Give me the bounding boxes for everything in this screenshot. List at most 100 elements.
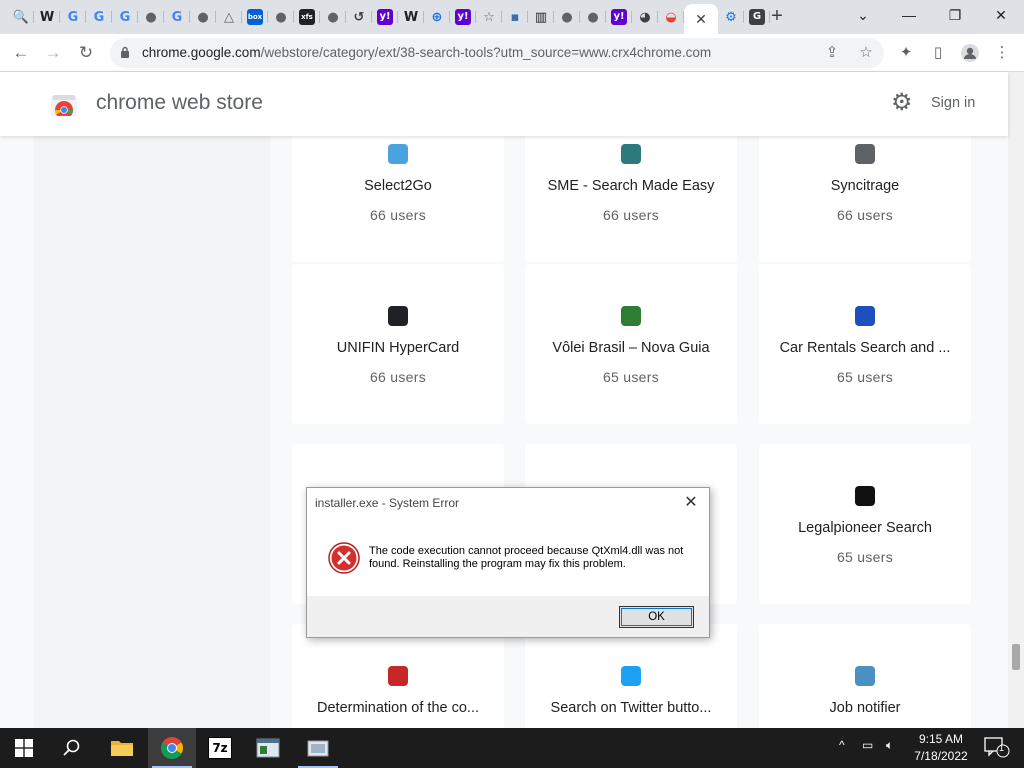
extension-card[interactable]: Select2Go 66 users [292, 136, 504, 262]
tab-strip: 🔍 W G G G ● G ● △ box ● xfs ● ↺ y! W ⊕ y! ☆ ▪ ▥ ● ● y! ◕ ◒ ✕ ⚙ G + ⌄… [0, 0, 1024, 34]
installer-taskbar-button[interactable] [294, 728, 342, 768]
close-tab-icon[interactable]: ✕ [695, 11, 707, 28]
tab-list: 🔍 W G G G ● G ● △ box ● xfs ● ↺ y! W ⊕ y! ☆ ▪ ▥ ● ● y! ◕ ◒ ✕ ⚙ G [8, 4, 770, 34]
tab-globe-dark[interactable]: ◕ [632, 4, 658, 30]
extensions-icon[interactable]: ✦ [893, 40, 919, 66]
sign-in-link[interactable]: Sign in [931, 95, 975, 111]
url-text: chrome.google.com/webstore/category/ext/… [142, 45, 711, 60]
tab-google[interactable]: G [86, 4, 112, 30]
tab-globe[interactable]: ● [580, 4, 606, 30]
extension-card[interactable]: UNIFIN HyperCard 66 users [292, 264, 504, 424]
extension-name: Determination of the co... [317, 700, 479, 716]
tab-library[interactable]: ▥ [528, 4, 554, 30]
side-panel-icon[interactable]: ▯ [925, 40, 951, 66]
chrome-web-store-logo[interactable] [50, 90, 78, 118]
tab-web[interactable]: ⊕ [424, 4, 450, 30]
back-button[interactable]: ← [8, 40, 34, 66]
tab-google[interactable]: G [112, 4, 138, 30]
tab-globe[interactable]: ● [320, 4, 346, 30]
extension-card[interactable]: Vôlei Brasil – Nova Guia 65 users [525, 264, 737, 424]
reload-button[interactable]: ↻ [73, 40, 99, 66]
tab-history[interactable]: ↺ [346, 4, 372, 30]
globe-dark-favicon-icon: ◕ [639, 9, 651, 25]
tab-globe[interactable]: ● [554, 4, 580, 30]
tab-yahoo[interactable]: y! [450, 4, 476, 30]
extension-card[interactable]: Job notifier [759, 624, 971, 728]
tab-xfs[interactable]: xfs [294, 4, 320, 30]
browser-toolbar: ← → ↻ chrome.google.com/webstore/categor… [0, 34, 1024, 72]
share-icon[interactable]: ⇪ [822, 43, 842, 63]
new-tab-button[interactable]: + [766, 6, 788, 28]
extension-card[interactable]: Syncitrage 66 users [759, 136, 971, 262]
system-clock[interactable]: 9:15 AM 7/18/2022 [906, 731, 976, 765]
tab-app[interactable]: ▪ [502, 4, 528, 30]
grammarly-favicon-icon: G [749, 9, 765, 25]
globe-favicon-icon: ● [561, 9, 573, 25]
select2go-icon [386, 142, 410, 166]
tab-settings[interactable]: ⚙ [718, 4, 744, 30]
show-hidden-icons-button[interactable]: ^ [839, 738, 845, 752]
tab-globe[interactable]: ● [268, 4, 294, 30]
xfs-favicon-icon: xfs [299, 9, 315, 25]
tab-active[interactable]: ✕ [684, 4, 718, 34]
extension-name: Job notifier [829, 700, 901, 716]
tab-wikipedia[interactable]: W [398, 4, 424, 30]
tab-yahoo[interactable]: y! [606, 4, 632, 30]
webstore-favicon-icon: ◒ [665, 9, 677, 25]
search-button[interactable] [48, 728, 96, 768]
volei-icon [619, 304, 643, 328]
globe-favicon-icon: ● [197, 9, 209, 25]
bookmark-star-icon[interactable]: ☆ [856, 43, 876, 63]
extension-card[interactable]: Determination of the co... [292, 624, 504, 728]
address-bar[interactable]: chrome.google.com/webstore/category/ext/… [110, 38, 884, 68]
installer-icon [307, 740, 329, 757]
7zip-button[interactable]: 7z [196, 728, 244, 768]
tab-search-button[interactable]: ⌄ [840, 0, 886, 30]
tab-google[interactable]: G [60, 4, 86, 30]
page-scrollbar[interactable] [1008, 72, 1024, 728]
scrollbar-thumb[interactable] [1012, 644, 1020, 670]
volume-icon[interactable]: 🔈︎ [886, 738, 893, 753]
tab-webstore[interactable]: ◒ [658, 4, 684, 30]
tab-globe[interactable]: ● [138, 4, 164, 30]
dialog-close-button[interactable]: ✕ [681, 492, 701, 512]
tab-yahoo[interactable]: y! [372, 4, 398, 30]
ok-button[interactable]: OK [619, 606, 694, 628]
lock-icon [121, 46, 129, 58]
file-explorer-button[interactable] [98, 728, 146, 768]
app-window-button[interactable] [244, 728, 292, 768]
extension-card[interactable]: Search on Twitter butto... [525, 624, 737, 728]
minimize-button[interactable]: — [886, 0, 932, 30]
forward-button[interactable]: → [40, 40, 66, 66]
tab-star[interactable]: ☆ [476, 4, 502, 30]
action-center-button[interactable]: 1 [984, 736, 1010, 761]
restore-button[interactable]: ❐ [932, 0, 978, 30]
extension-card[interactable]: SME - Search Made Easy 66 users [525, 136, 737, 262]
tab-wikipedia[interactable]: W [34, 4, 60, 30]
unifin-icon [386, 304, 410, 328]
extension-card[interactable]: Legalpioneer Search 65 users [759, 444, 971, 604]
tab-box[interactable]: box [242, 4, 268, 30]
extension-name: UNIFIN HyperCard [336, 340, 460, 356]
tab-search[interactable]: 🔍 [8, 4, 34, 30]
network-icon[interactable]: ▭ [862, 738, 873, 752]
extension-card[interactable]: Car Rentals Search and ... 65 users [759, 264, 971, 424]
7zip-icon: 7z [208, 737, 232, 759]
settings-gear-icon[interactable]: ⚙ [891, 91, 917, 117]
google-favicon-icon: G [171, 9, 183, 25]
start-button[interactable] [0, 728, 48, 768]
sme-icon [619, 142, 643, 166]
menu-kebab-icon[interactable]: ⋮ [989, 40, 1015, 66]
tab-drive[interactable]: △ [216, 4, 242, 30]
extension-user-count: 65 users [836, 369, 894, 385]
url-path: /webstore/category/ext/38-search-tools?u… [260, 45, 712, 60]
tab-globe[interactable]: ● [190, 4, 216, 30]
close-window-button[interactable]: ✕ [978, 0, 1024, 30]
store-title[interactable]: chrome web store [96, 91, 263, 115]
windows-taskbar: 7z ^ ▭ 🔈︎ 9:15 AM 7/18/2022 1 [0, 728, 1024, 768]
profile-avatar-icon[interactable] [957, 40, 983, 66]
chrome-taskbar-button[interactable] [148, 728, 196, 768]
extension-name: Search on Twitter butto... [550, 700, 712, 716]
chrome-icon [161, 737, 183, 759]
tab-google[interactable]: G [164, 4, 190, 30]
